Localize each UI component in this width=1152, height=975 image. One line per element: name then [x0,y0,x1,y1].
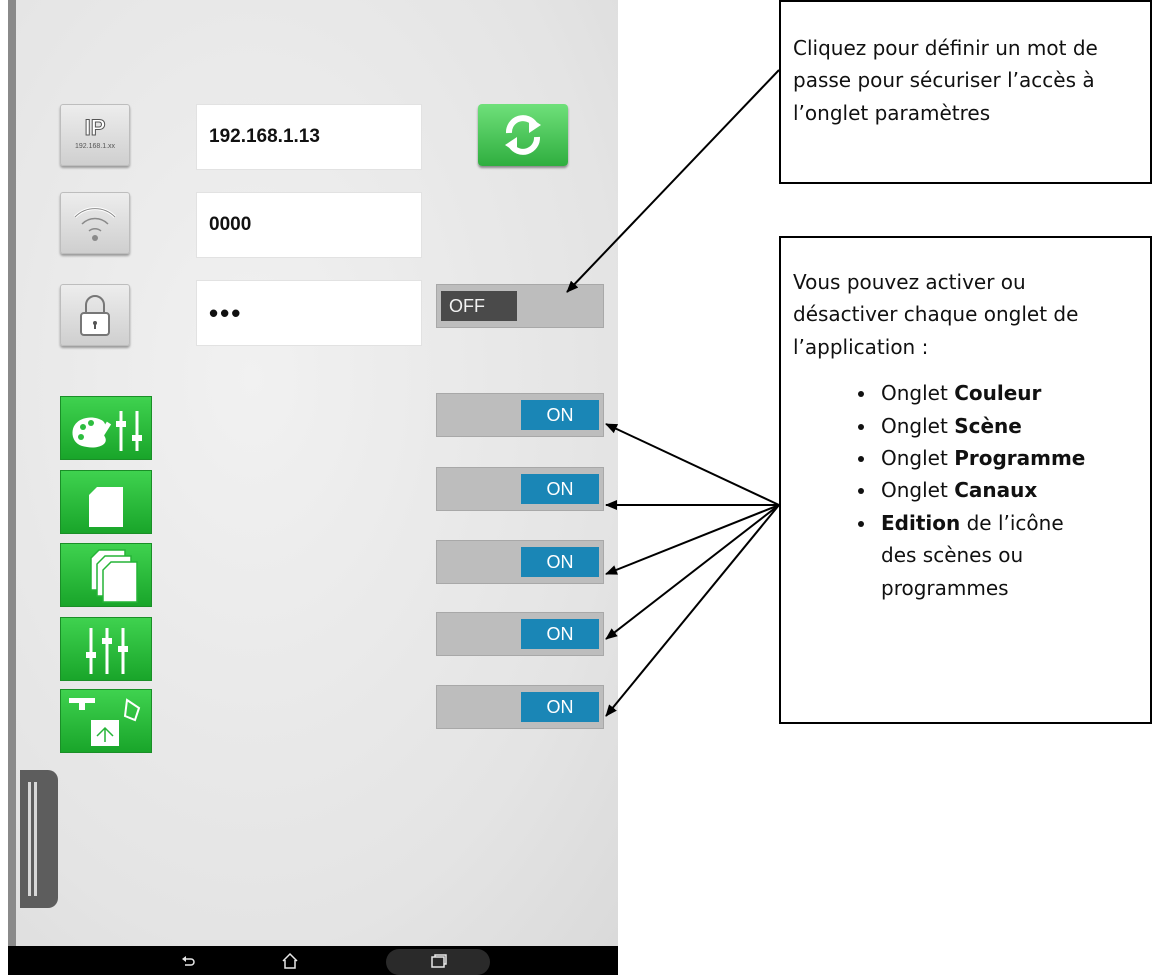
arrow-tab-program [605,504,780,575]
arrow-tab-color [605,423,780,506]
arrow-tab-channels [605,504,780,640]
arrow-tab-edit [605,504,780,717]
annotation-arrows [566,69,780,717]
arrow-password [566,69,780,293]
